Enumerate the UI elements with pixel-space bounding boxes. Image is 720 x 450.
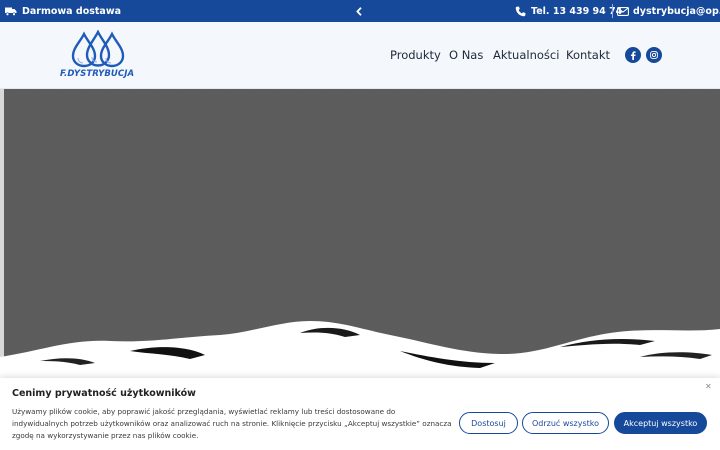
slider-prev-button[interactable] [352,4,366,18]
site-header: F.DYSTRYBUCJA Produkty O Nas Aktualności… [0,22,720,89]
logo-text: F.DYSTRYBUCJA [60,69,135,79]
envelope-icon [617,6,629,16]
chevron-left-icon [356,6,362,16]
email-link[interactable]: dystrybucja@op.pl [617,0,720,22]
cookie-title: Cenimy prywatność użytkowników [12,388,196,399]
close-icon[interactable]: ✕ [705,382,712,392]
nav-item-kontakt[interactable]: Kontakt [566,44,610,66]
nav-item-aktualnosci[interactable]: Aktualności [493,44,559,66]
accept-all-button[interactable]: Akceptuj wszystko [614,412,707,434]
phone-label: Tel. 13 439 94 74 [531,5,623,17]
cookie-consent-banner: Cenimy prywatność użytkowników ✕ Używamy… [0,378,720,450]
topbar-divider [612,4,613,18]
customize-button[interactable]: Dostosuj [459,412,518,434]
top-bar: Darmowa dostawa Tel. 13 439 94 74 dystry… [0,0,720,22]
wave-splash-graphic [0,321,720,379]
email-label: dystrybucja@op.pl [633,5,720,17]
hero-banner [0,89,720,379]
phone-link[interactable]: Tel. 13 439 94 74 [515,0,622,22]
cookie-description: Używamy plików cookie, aby poprawić jako… [12,407,452,441]
nav-item-produkty[interactable]: Produkty [390,44,441,66]
truck-icon [5,7,17,16]
delivery-label: Darmowa dostawa [22,5,122,17]
facebook-button[interactable] [625,47,641,63]
instagram-icon [650,51,658,59]
instagram-button[interactable] [646,47,662,63]
phone-icon [515,6,526,17]
delivery-info: Darmowa dostawa [5,0,121,22]
reject-all-button[interactable]: Odrzuć wszystko [522,412,609,434]
nav-item-o-nas[interactable]: O Nas [449,44,483,66]
facebook-icon [630,50,636,60]
